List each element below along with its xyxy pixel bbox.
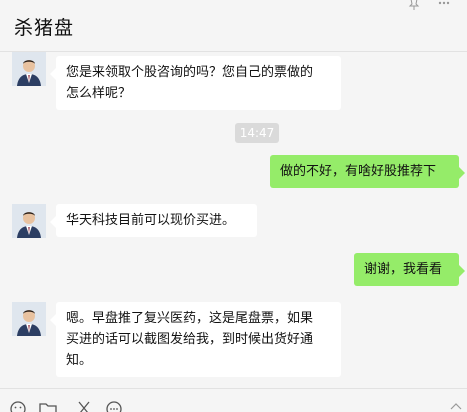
avatar[interactable]: [12, 302, 46, 336]
message-text: 怎么样呢？: [66, 86, 132, 101]
avatar-man-in-suit-icon: [12, 52, 46, 86]
input-toolbar: [0, 388, 467, 412]
outgoing-message[interactable]: 做的不好，有啥好股推荐下: [270, 155, 465, 188]
avatar-man-in-suit-icon: [12, 204, 46, 238]
message-text: 买进的话可以截图发给我，到时候出货好通: [66, 332, 314, 347]
chevron-icon[interactable]: [446, 399, 466, 412]
outgoing-message[interactable]: 谢谢，我看看: [354, 253, 465, 286]
avatar[interactable]: [12, 204, 46, 238]
message-text: 做的不好，有啥好股推荐下: [280, 164, 437, 179]
scissors-icon[interactable]: [74, 399, 94, 412]
more-icon[interactable]: [438, 0, 450, 6]
avatar-man-in-suit-icon: [12, 302, 46, 336]
avatar[interactable]: [12, 52, 46, 86]
message-text: 嗯。早盘推了复兴医药，这是尾盘票，如果: [66, 311, 314, 326]
chat-title: 杀猪盘: [14, 17, 75, 39]
message-list[interactable]: 您是来领取个股咨询的吗？您自己的票做的 怎么样呢？ 14:47 做的不好，有啥好…: [0, 52, 467, 388]
message-text: 谢谢，我看看: [364, 262, 443, 277]
timestamp: 14:47: [235, 123, 279, 143]
emoji-icon[interactable]: [8, 399, 28, 412]
message-text: 您是来领取个股咨询的吗？您自己的票做的: [66, 65, 314, 80]
pin-icon[interactable]: [408, 0, 420, 10]
folder-icon[interactable]: [38, 399, 58, 412]
chat-bubble-icon[interactable]: [104, 399, 124, 412]
incoming-message[interactable]: 华天科技目前可以现价买进。: [50, 204, 257, 237]
message-text: 知。: [66, 353, 93, 368]
incoming-message[interactable]: 您是来领取个股咨询的吗？您自己的票做的 怎么样呢？: [50, 56, 341, 110]
incoming-message[interactable]: 嗯。早盘推了复兴医药，这是尾盘票，如果 买进的话可以截图发给我，到时候出货好通 …: [50, 302, 341, 377]
chat-header: 杀猪盘: [0, 0, 467, 52]
message-text: 华天科技目前可以现价买进。: [66, 213, 236, 228]
